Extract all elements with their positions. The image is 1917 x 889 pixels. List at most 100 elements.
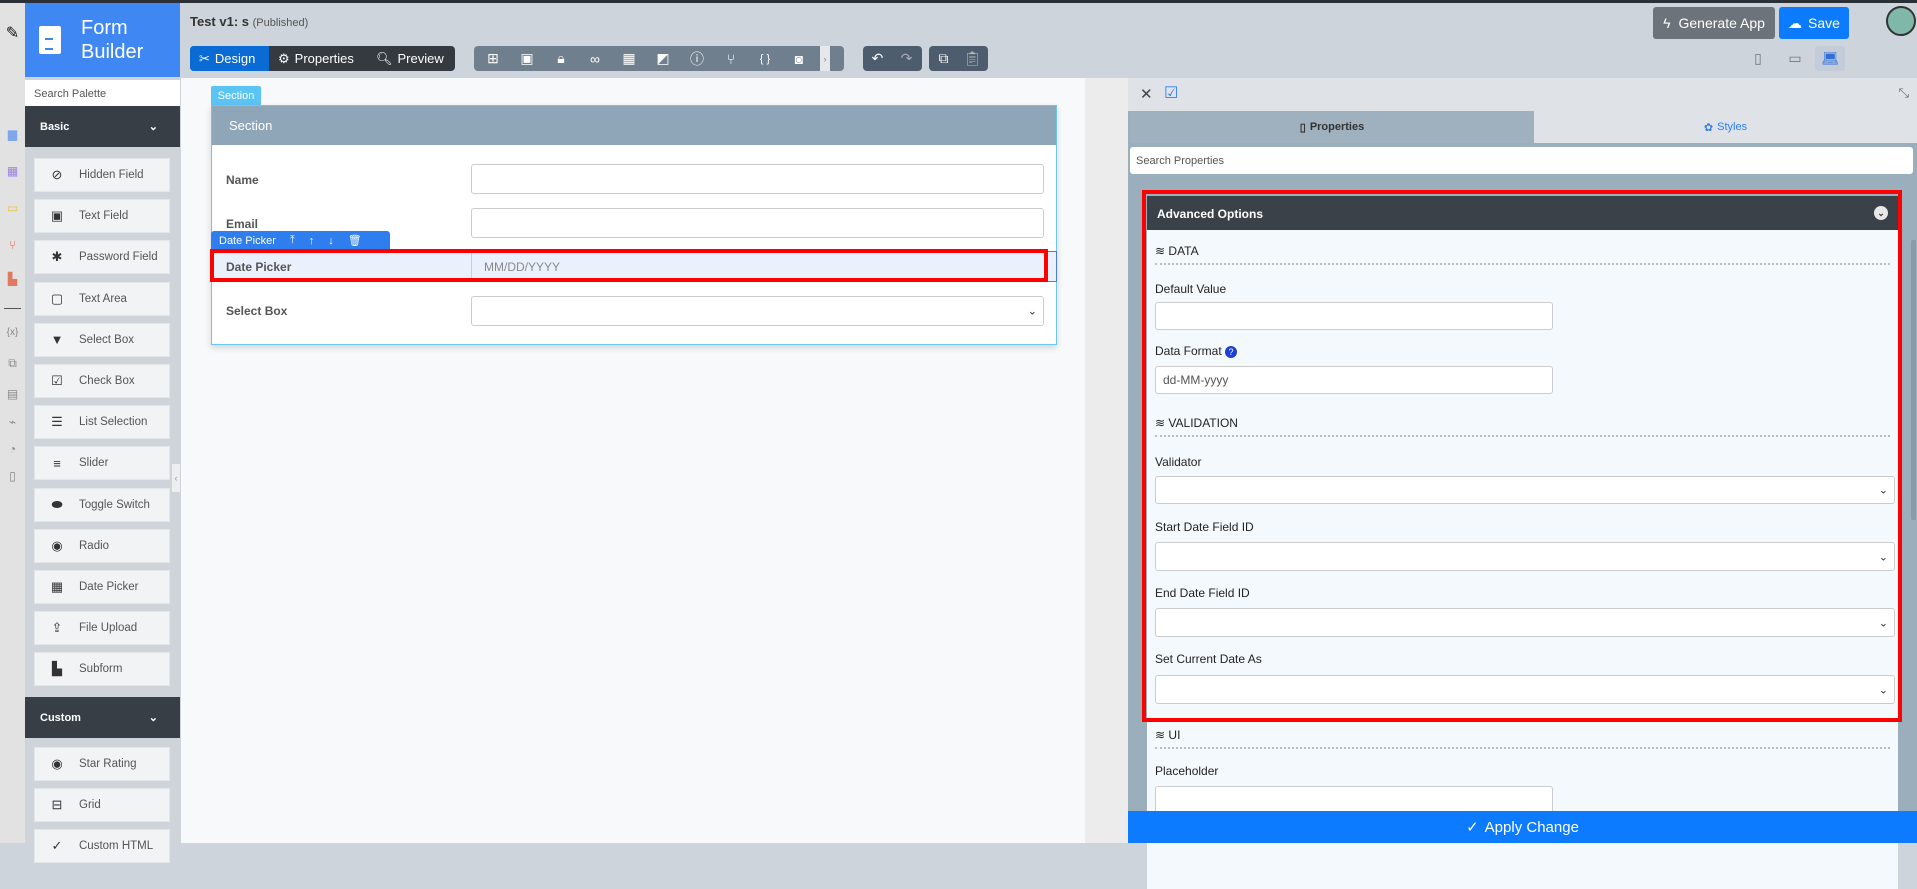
table-icon[interactable]: ▦ [4,163,21,178]
palette-icon: ✿ [1703,121,1714,134]
scroll-icon[interactable]: ▯ [4,468,21,483]
palette-item-label: Password Field [79,251,158,264]
compress-icon[interactable]: ⤡ [1899,85,1909,101]
grid-icon: ⊟ [51,797,63,813]
generate-app-button[interactable]: ϟ Generate App [1653,7,1775,39]
tab-preview[interactable]: 🔍︎ Preview [367,46,455,71]
date-picker-icon: ▦ [50,579,64,594]
palette-item-label: Select Box [79,333,134,346]
close-icon[interactable]: ✕ [1140,85,1153,103]
palette-item-list-selection[interactable]: ☰ List Selection [34,405,170,440]
tab-design[interactable]: ✂ Design [190,46,269,71]
chevron-down-icon: ⌄ [148,121,158,133]
select-box-input[interactable]: ⌄ [471,296,1044,326]
palette-item-grid[interactable]: ⊟ Grid [34,788,170,823]
palette-custom-header[interactable]: Custom ⌄ [25,697,180,738]
user-avatar[interactable] [1886,6,1916,36]
generate-app-label: Generate App [1678,15,1765,31]
mobile-view-icon[interactable]: ▯ [1743,46,1773,71]
paste-icon[interactable]: 📋︎ [958,50,987,67]
form-icon[interactable]: ▆ [4,126,21,141]
camera-icon[interactable]: ◙ [786,51,812,67]
palette-item-hidden-field[interactable]: ⊘ Hidden Field [34,158,170,192]
search-properties-input[interactable]: Search Properties [1130,147,1913,174]
select-box-icon: ▼ [50,332,64,348]
tab-properties-panel[interactable]: ▯ Properties [1130,111,1534,143]
check-box-icon: ☑ [51,373,63,388]
document-icon [39,26,61,54]
tab-styles[interactable]: ✿ Styles [1534,111,1917,143]
sitemap-icon[interactable]: ⊞ [480,50,506,67]
palette-item-text-field[interactable]: ▣ Text Field [34,199,170,234]
tab-properties[interactable]: ⚙ Properties [269,46,367,71]
lock-icon[interactable]: 🔒︎ [548,50,574,67]
ui-section-heading: ≋ UI [1155,728,1890,749]
tablet-view-icon[interactable]: ▭ [1780,46,1810,71]
redo-icon[interactable]: ↷ [892,50,921,67]
palette-item-star-rating[interactable]: ◉ Star Rating [34,747,170,781]
move-down-icon[interactable]: ↓ [328,235,334,247]
placeholder-input[interactable] [1155,786,1553,814]
move-top-icon[interactable]: ⤒ [290,234,295,247]
palette-item-date-picker[interactable]: ▦ Date Picker [34,570,170,604]
copy-icon[interactable]: ⧉ [929,50,958,67]
palette-item-text-area[interactable]: ▢ Text Area [34,281,170,316]
edit-icon[interactable]: ✎ [4,25,21,42]
braces-icon[interactable]: { } [752,53,778,65]
slider-icon: ≡ [53,455,61,471]
delete-icon[interactable]: 🗑︎ [348,234,362,247]
section-tab[interactable]: Section [211,86,261,105]
help-icon[interactable]: ⓘ [684,49,710,69]
palette-item-toggle-switch[interactable]: ⬬ Toggle Switch [34,487,170,522]
design-icon: ✂ [199,50,210,66]
form-section[interactable]: Section Name Email Select Box ⌄ [211,105,1057,345]
custom-header-label: Custom [40,711,81,724]
palette-item-radio[interactable]: ◉ Radio [34,528,170,563]
email-input[interactable] [471,208,1044,238]
save-button[interactable]: ☁ Save [1779,7,1849,39]
subform-icon: ▙ [52,661,62,677]
ui-section-label: UI [1168,728,1181,742]
palette-item-select-box[interactable]: ▼ Select Box [34,322,170,357]
highlight-box [210,249,1048,282]
highlight-box [1142,190,1902,722]
palette-item-custom-html[interactable]: ✓ Custom HTML [34,829,170,864]
palette-search-input[interactable]: Search Palette [25,80,180,106]
palette-item-label: Star Rating [79,758,137,770]
collapse-palette-handle[interactable]: ‹ [172,464,180,492]
palette-item-password-field[interactable]: ✱ Password Field [34,240,170,275]
name-input[interactable] [471,164,1044,194]
flow-icon[interactable]: ⑂ [4,237,21,252]
palette-item-subform[interactable]: ▙ Subform [34,652,170,687]
publish-status: (Published) [252,17,309,29]
pdf-icon[interactable]: ▙ [4,271,21,286]
palette-item-check-box[interactable]: ☑ Check Box [34,364,170,398]
form-icon[interactable]: ▣ [514,50,540,67]
palette-item-label: Date Picker [79,581,139,593]
variable-icon[interactable]: {x} [4,325,21,340]
file-icon[interactable]: ▤ [4,386,21,401]
bolt-icon: ϟ [1663,15,1671,31]
table-icon[interactable]: ▦ [616,50,642,67]
palette-item-label: Slider [79,457,109,470]
custom-html-icon: ✓ [51,838,63,854]
gauge-icon[interactable]: ◔ [4,441,21,456]
palette-item-slider[interactable]: ≡ Slider [34,446,170,481]
undo-icon[interactable]: ↶ [863,50,892,67]
scroll-right-icon[interactable]: › [820,46,830,71]
desktop-view-icon[interactable]: 💻︎ [1815,46,1845,71]
move-up-icon[interactable]: ↑ [309,235,315,247]
translate-icon[interactable]: ◩ [650,50,676,67]
email-label: Email [226,217,259,231]
translate-icon[interactable]: ⧉ [4,356,21,371]
binoculars-icon[interactable]: ∞ [582,51,608,67]
tool-icons-group: ⊞ ▣ 🔒︎ ∞ ▦ ◩ ⓘ ⑂ { } ◙ › [474,46,844,71]
branch-icon[interactable]: ⑂ [718,51,744,67]
palette-basic-header[interactable]: Basic ⌄ [25,106,180,147]
monitor-icon[interactable]: ▭ [4,200,21,215]
checkbox-icon[interactable]: ☑ [1164,83,1178,103]
apply-change-button[interactable]: ✓ Apply Change [1128,811,1917,843]
plug-icon[interactable]: ⌁ [4,414,21,429]
palette-item-file-upload[interactable]: ⇪ File Upload [34,611,170,646]
panel-scrollbar[interactable] [1911,240,1916,520]
